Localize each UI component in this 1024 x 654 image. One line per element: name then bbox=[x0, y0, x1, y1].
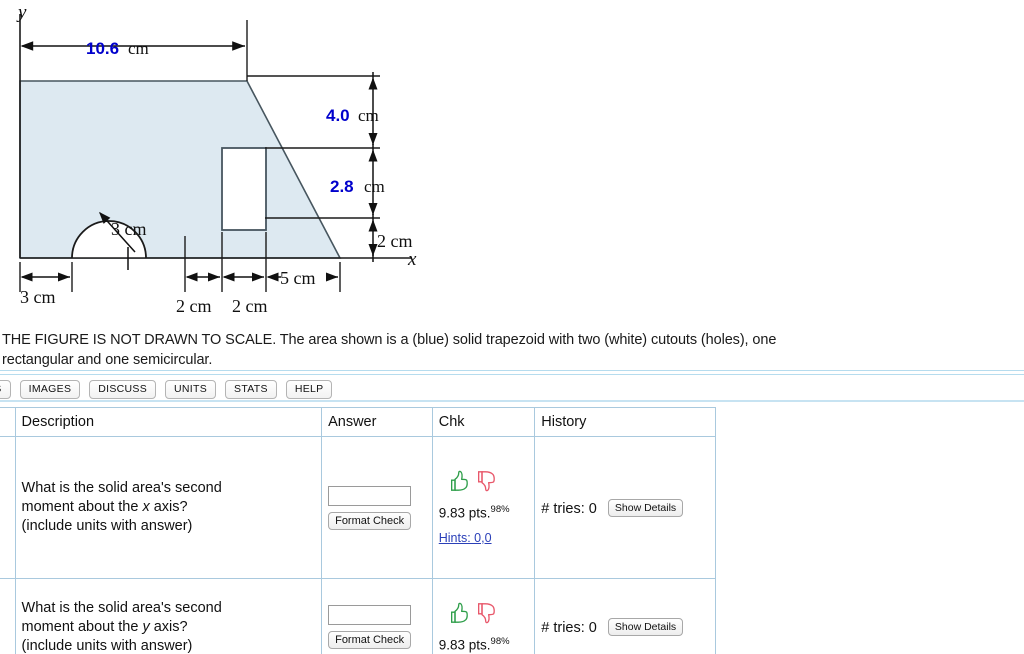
percent-value: 98% bbox=[490, 504, 510, 516]
rectangular-cutout bbox=[221, 147, 267, 231]
problem-toolbar: ES IMAGES DISCUSS UNITS STATS HELP bbox=[0, 378, 1024, 400]
description-line-1: What is the solid area's second bbox=[21, 599, 222, 616]
images-button[interactable]: IMAGES bbox=[19, 379, 81, 399]
header-description: Description bbox=[14, 407, 323, 437]
description-line-2: moment about the y axis? bbox=[22, 618, 316, 637]
dimension-lower-right: 2 cm bbox=[377, 231, 413, 251]
points-line: 9.83 pts.98% bbox=[439, 504, 529, 521]
axis-symbol: y bbox=[142, 618, 150, 635]
description-line-2-post: axis? bbox=[149, 618, 188, 635]
header-answer: Answer bbox=[321, 407, 433, 437]
thumbs-down-icon[interactable] bbox=[477, 601, 497, 625]
row-number-cell bbox=[0, 578, 16, 654]
thumbs-down-icon[interactable] bbox=[477, 469, 497, 493]
dimension-left-offset: 3 cm bbox=[20, 287, 56, 307]
header-num bbox=[0, 407, 16, 437]
tries-count: # tries: 0 bbox=[541, 620, 597, 636]
x-axis-label: x bbox=[407, 249, 417, 270]
header-chk: Chk bbox=[431, 407, 536, 437]
history-cell: # tries: 0 Show Details bbox=[534, 578, 716, 654]
units-button[interactable]: UNITS bbox=[165, 379, 217, 399]
y-axis-label: y bbox=[16, 2, 27, 23]
check-cell: 9.83 pts.98% Hints: 0,0 bbox=[431, 436, 536, 579]
format-check-button[interactable]: Format Check bbox=[328, 631, 412, 649]
axis-symbol: x bbox=[142, 499, 150, 515]
question-description: What is the solid area's second moment a… bbox=[14, 578, 323, 654]
caption-line-1: THE FIGURE IS NOT DRAWN TO SCALE. The ar… bbox=[2, 332, 777, 348]
thumbs-group bbox=[439, 469, 529, 497]
description-line-1: What is the solid area's second bbox=[21, 480, 222, 496]
header-history: History bbox=[534, 407, 716, 437]
dimension-radius: 3 cm bbox=[111, 219, 147, 239]
thumbs-up-icon[interactable] bbox=[450, 601, 470, 625]
question-description: What is the solid area's second moment a… bbox=[14, 436, 323, 579]
check-cell: 9.83 pts.98% bbox=[431, 578, 536, 654]
dimension-top-width-unit: cm bbox=[128, 39, 149, 58]
dimension-upper-right: 4.0 bbox=[326, 106, 350, 125]
description-line-3: (include units with answer) bbox=[21, 518, 193, 534]
description-line-2-post: axis? bbox=[149, 499, 188, 515]
hints-button[interactable]: ES bbox=[0, 379, 11, 399]
description-line-2-pre: moment about the bbox=[21, 499, 143, 515]
stats-button[interactable]: STATS bbox=[225, 379, 277, 399]
table-header-row: Description Answer Chk History bbox=[0, 407, 716, 437]
dimension-mid-right: 2.8 bbox=[330, 177, 354, 196]
divider-top-2 bbox=[0, 374, 1024, 375]
format-check-button[interactable]: Format Check bbox=[328, 511, 412, 530]
page-root: y x 10.6 cm 4.0 cm 2.8 cm 2 cm 3 cm 3 cm… bbox=[0, 0, 1024, 654]
dimension-gap: 2 cm bbox=[176, 296, 212, 316]
discuss-button[interactable]: DISCUSS bbox=[89, 379, 157, 399]
trapezoid-shape bbox=[19, 80, 342, 259]
thumbs-group bbox=[439, 601, 529, 629]
dimension-mid-right-unit: cm bbox=[364, 177, 385, 196]
show-details-button[interactable]: Show Details bbox=[607, 498, 684, 517]
description-line-2-pre: moment about the bbox=[21, 618, 143, 635]
points-value: 9.83 pts. bbox=[438, 637, 491, 653]
questions-table: Description Answer Chk History What is t… bbox=[0, 407, 716, 654]
dimension-right-run: 5 cm bbox=[280, 268, 316, 288]
show-details-button[interactable]: Show Details bbox=[607, 618, 684, 636]
problem-figure: y x 10.6 cm 4.0 cm 2.8 cm 2 cm 3 cm 3 cm… bbox=[0, 0, 450, 326]
dimension-top-width: 10.6 bbox=[86, 39, 119, 58]
points-line: 9.83 pts.98% bbox=[439, 636, 529, 653]
description-line-2: moment about the x axis? bbox=[22, 498, 316, 517]
history-cell: # tries: 0 Show Details bbox=[534, 436, 716, 579]
hints-link[interactable]: Hints: 0,0 bbox=[439, 531, 492, 545]
dimension-rect-width: 2 cm bbox=[232, 296, 268, 316]
answer-cell: Format Check bbox=[321, 578, 433, 654]
answer-cell: Format Check bbox=[321, 436, 433, 579]
table-row: What is the solid area's second moment a… bbox=[0, 436, 716, 579]
points-value: 9.83 pts. bbox=[438, 505, 491, 521]
percent-value: 98% bbox=[490, 636, 510, 648]
figure-caption: THE FIGURE IS NOT DRAWN TO SCALE. The ar… bbox=[0, 328, 1024, 370]
help-button[interactable]: HELP bbox=[285, 379, 333, 399]
divider-top bbox=[0, 370, 1024, 371]
table-row: What is the solid area's second moment a… bbox=[0, 578, 716, 654]
tries-count: # tries: 0 bbox=[541, 500, 597, 517]
description-line-3: (include units with answer) bbox=[21, 637, 193, 654]
dimension-upper-right-unit: cm bbox=[358, 106, 379, 125]
answer-input[interactable] bbox=[328, 605, 412, 625]
divider-bottom bbox=[0, 400, 1024, 402]
row-number-cell bbox=[0, 436, 16, 579]
thumbs-up-icon[interactable] bbox=[450, 469, 470, 493]
caption-line-2: rectangular and one semicircular. bbox=[2, 352, 213, 368]
answer-input[interactable] bbox=[328, 485, 412, 506]
